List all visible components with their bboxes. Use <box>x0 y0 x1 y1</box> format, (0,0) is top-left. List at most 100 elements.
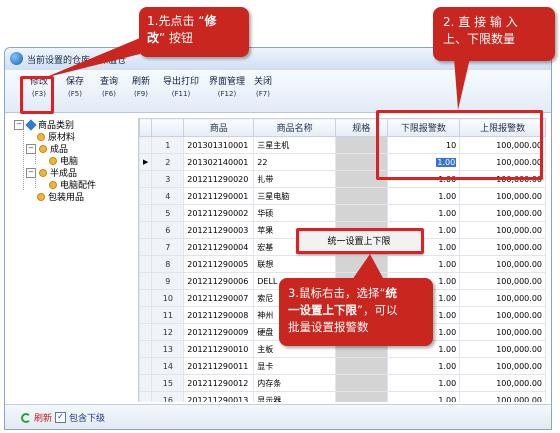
high-alarm-cell[interactable]: 100,000.00 <box>459 374 546 392</box>
row-index-cell: 9 <box>151 272 185 290</box>
refresh-link[interactable]: 刷新 <box>21 411 52 424</box>
product-name-cell[interactable]: 华硕 <box>253 204 336 222</box>
refresh-link-label: 刷新 <box>34 414 53 424</box>
row-index-cell: 4 <box>151 187 185 205</box>
callout-2-text-b: 上、下限数量 <box>443 32 516 46</box>
row-indicator <box>139 391 153 402</box>
row-indicator-header <box>139 118 153 137</box>
ui-manage-button[interactable]: 界面管理 (F12) <box>205 76 249 100</box>
callout-3-pointer <box>352 254 384 280</box>
product-code-cell[interactable]: 201302140001 <box>183 153 255 171</box>
product-name-cell[interactable]: 扎带 <box>253 170 336 188</box>
product-code-cell[interactable]: 201211290012 <box>183 374 255 392</box>
export-print-button[interactable]: 导出打印 (F11) <box>159 76 203 100</box>
high-alarm-cell[interactable]: 100,000.00 <box>459 289 546 307</box>
include-sub-label: 包含下级 <box>69 414 106 424</box>
product-name-cell[interactable]: 22 <box>253 153 336 171</box>
high-alarm-cell[interactable]: 100,000.00 <box>459 357 546 375</box>
high-alarm-cell[interactable]: 100,000.00 <box>459 272 546 290</box>
product-name-cell[interactable]: 显卡 <box>253 357 336 375</box>
product-code-cell[interactable]: 201211290007 <box>183 289 255 307</box>
checkbox-checked-icon: ✓ <box>55 412 66 423</box>
spec-cell[interactable] <box>334 391 388 402</box>
low-alarm-cell[interactable]: 1.00 <box>386 391 461 402</box>
refresh-button-key: (F9) <box>134 90 148 98</box>
product-code-cell[interactable]: 201211290011 <box>183 357 255 375</box>
high-alarm-cell[interactable]: 100,000.00 <box>459 306 546 324</box>
product-code-cell[interactable]: 201211290009 <box>183 323 255 341</box>
high-alarm-cell[interactable]: 100,000.00 <box>459 204 546 222</box>
product-code-cell[interactable]: 201211290008 <box>183 306 255 324</box>
folder-dot-icon <box>37 192 45 201</box>
high-alarm-cell[interactable]: 100,000.00 <box>459 255 546 273</box>
tree-node-label: 包装用品 <box>48 193 85 203</box>
row-indicator <box>139 374 153 392</box>
product-code-cell[interactable]: 201211290003 <box>183 221 255 239</box>
high-alarm-cell[interactable]: 100,000.00 <box>459 323 546 341</box>
product-code-cell[interactable]: 201301310001 <box>183 136 255 154</box>
product-code-cell[interactable]: 201211290006 <box>183 272 255 290</box>
table-row[interactable]: 15 201211290012 内存条 1.00 100,000.00 <box>139 374 546 392</box>
highlight-limit-columns <box>376 110 543 180</box>
product-name-cell[interactable]: 内存条 <box>253 374 336 392</box>
tree-node-packaging[interactable]: 包装用品 <box>37 190 84 203</box>
spec-cell[interactable] <box>334 357 388 375</box>
ui-manage-button-label: 界面管理 <box>208 77 245 87</box>
row-indicator <box>139 187 153 205</box>
row-indicator <box>139 170 153 188</box>
table-row[interactable]: 4 201211290001 三星电脑 1.00 100,000.00 <box>139 187 546 205</box>
collapse-toggle-icon[interactable]: − <box>26 167 36 178</box>
close-button-label: 关闭 <box>253 77 272 87</box>
row-index-cell: 8 <box>151 255 185 273</box>
row-index-cell: 6 <box>151 221 185 239</box>
include-sub-checkbox[interactable]: ✓ 包含下级 <box>55 411 105 424</box>
low-alarm-cell[interactable]: 1.00 <box>386 187 461 205</box>
product-code-cell[interactable]: 201211290010 <box>183 340 255 358</box>
row-index-cell: 15 <box>151 374 185 392</box>
product-name-cell[interactable]: 显示器 <box>253 391 336 402</box>
table-row[interactable]: 14 201211290011 显卡 1.00 100,000.00 <box>139 357 546 375</box>
table-row[interactable]: 16 201211290013 显示器 1.00 100,000.00 <box>139 391 546 402</box>
column-header-code[interactable]: 商品 <box>183 118 255 137</box>
high-alarm-cell[interactable]: 100,000.00 <box>459 340 546 358</box>
row-indicator <box>139 136 153 154</box>
row-index-cell: 3 <box>151 170 185 188</box>
product-code-cell[interactable]: 201211290001 <box>183 187 255 205</box>
row-indicator <box>139 306 153 324</box>
product-code-cell[interactable]: 201211290020 <box>183 170 255 188</box>
spec-cell[interactable] <box>334 204 388 222</box>
callout-1-pointer <box>44 38 140 78</box>
highlight-context-menu <box>296 228 424 254</box>
save-button-key: (F5) <box>68 90 82 98</box>
product-name-cell[interactable]: 三星电脑 <box>253 187 336 205</box>
product-code-cell[interactable]: 201211290013 <box>183 391 255 402</box>
product-code-cell[interactable]: 201211290005 <box>183 255 255 273</box>
high-alarm-cell[interactable]: 100,000.00 <box>459 391 546 402</box>
row-index-cell: 14 <box>151 357 185 375</box>
row-index-cell: 13 <box>151 340 185 358</box>
collapse-toggle-icon[interactable]: − <box>26 143 36 154</box>
low-alarm-cell[interactable]: 1.00 <box>386 374 461 392</box>
spec-cell[interactable] <box>334 374 388 392</box>
product-code-cell[interactable]: 201211290002 <box>183 204 255 222</box>
table-row[interactable]: 5 201211290002 华硕 1.00 100,000.00 <box>139 204 546 222</box>
app-icon <box>10 52 23 65</box>
row-indicator <box>139 204 153 222</box>
low-alarm-cell[interactable]: 1.00 <box>386 204 461 222</box>
row-indicator <box>139 323 153 341</box>
low-alarm-cell[interactable]: 1.00 <box>386 357 461 375</box>
close-button[interactable]: 关闭 (F7) <box>245 76 281 100</box>
product-name-cell[interactable]: 联想 <box>253 255 336 273</box>
column-header-name[interactable]: 商品名称 <box>253 118 336 137</box>
callout-1-text-b: 修 <box>204 14 217 28</box>
high-alarm-cell[interactable]: 100,000.00 <box>459 221 546 239</box>
row-indicator <box>139 272 153 290</box>
collapse-toggle-icon[interactable]: − <box>14 119 24 130</box>
high-alarm-cell[interactable]: 100,000.00 <box>459 187 546 205</box>
product-name-cell[interactable]: 三星主机 <box>253 136 336 154</box>
product-code-cell[interactable]: 201211290004 <box>183 238 255 256</box>
high-alarm-cell[interactable]: 100,000.00 <box>459 238 546 256</box>
callout-1-text-a: 1.先点击 “ <box>147 14 205 28</box>
spec-cell[interactable] <box>334 187 388 205</box>
callout-1-text-d: ” 按钮 <box>159 31 194 45</box>
